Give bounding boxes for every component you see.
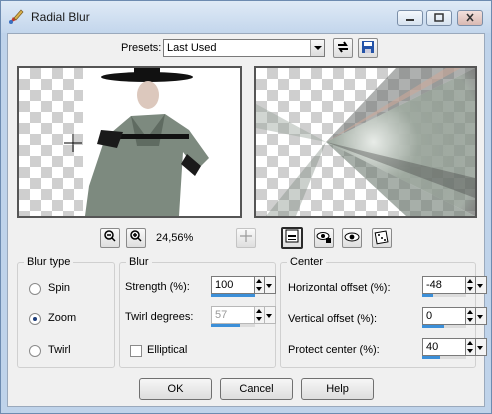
dialog-body: Presets: Last Used 24,56% Blur type Spin… [7, 33, 487, 407]
blur-legend: Blur [126, 256, 152, 268]
auto-proof-button[interactable] [314, 228, 334, 248]
strength-dropdown[interactable] [265, 276, 276, 294]
randomize-button[interactable] [372, 228, 392, 248]
horizontal-offset-input[interactable]: -48 [422, 276, 466, 294]
zoom-radio[interactable] [29, 313, 41, 325]
window-title: Radial Blur [31, 10, 90, 24]
blur-group: Blur Strength (%): 100 Twirl degrees: 57… [119, 256, 276, 368]
maximize-icon [434, 13, 444, 22]
ok-button[interactable]: OK [139, 378, 212, 400]
twirl-degrees-label: Twirl degrees: [125, 311, 194, 323]
twirl-degrees-spinner[interactable]: 57 [211, 306, 276, 328]
vertical-offset-label: Vertical offset (%): [288, 313, 378, 325]
twirl-degrees-dropdown[interactable] [265, 306, 276, 324]
horizontal-offset-slider[interactable] [422, 294, 434, 297]
spin-radio[interactable] [29, 283, 41, 295]
pan-button[interactable] [236, 228, 256, 248]
eye-lock-icon [316, 232, 331, 243]
spin-label[interactable]: Spin [48, 282, 70, 294]
proof-button[interactable] [342, 228, 362, 248]
elliptical-checkbox[interactable] [130, 345, 142, 357]
reset-preset-button[interactable] [333, 38, 353, 58]
blur-type-legend: Blur type [24, 256, 74, 268]
twirl-radio[interactable] [29, 345, 41, 357]
twirl-degrees-input[interactable]: 57 [211, 306, 255, 324]
minimize-button[interactable] [397, 10, 423, 26]
strength-up-down[interactable] [255, 276, 265, 294]
cancel-button[interactable]: Cancel [220, 378, 293, 400]
zoom-level: 24,56% [156, 232, 194, 244]
radial-blur-window: Radial Blur Presets: Last Used 24,56% Bl… [0, 0, 492, 414]
original-preview[interactable] [17, 66, 242, 218]
vertical-offset-input[interactable]: 0 [422, 307, 466, 325]
preview-on-image-button[interactable] [281, 227, 303, 249]
close-button[interactable] [457, 10, 483, 26]
dice-icon [374, 230, 389, 245]
title-bar[interactable]: Radial Blur [1, 1, 491, 33]
floppy-disk-icon [362, 41, 374, 53]
blur-type-group: Blur type Spin Zoom Twirl [17, 256, 115, 368]
preview-window-icon [285, 229, 299, 243]
center-legend: Center [287, 256, 327, 268]
help-button[interactable]: Help [301, 378, 374, 400]
zoom-label[interactable]: Zoom [48, 312, 76, 324]
zoom-in-icon [130, 230, 142, 242]
presets-dropdown[interactable]: Last Used [163, 39, 325, 57]
twirl-degrees-up-down[interactable] [255, 306, 265, 324]
strength-label: Strength (%): [125, 281, 190, 293]
horizontal-offset-dropdown[interactable] [476, 276, 487, 294]
twirl-degrees-slider[interactable] [211, 324, 240, 327]
horizontal-offset-spinner[interactable]: -48 [422, 276, 487, 298]
protect-center-spinner[interactable]: 40 [422, 338, 487, 360]
vertical-offset-slider[interactable] [422, 325, 444, 328]
presets-label: Presets: [121, 42, 162, 54]
protect-center-slider[interactable] [422, 356, 440, 359]
eye-icon [344, 232, 360, 242]
blurred-photo [256, 68, 475, 216]
zoom-out-icon [104, 230, 116, 242]
vertical-offset-spinner[interactable]: 0 [422, 307, 487, 329]
swap-arrows-icon [338, 41, 348, 53]
close-icon [466, 13, 474, 22]
presets-value: Last Used [167, 42, 217, 54]
save-preset-button[interactable] [358, 38, 378, 58]
horizontal-offset-label: Horizontal offset (%): [288, 282, 391, 294]
strength-input[interactable]: 100 [211, 276, 255, 294]
minimize-icon [406, 19, 414, 21]
protect-center-up-down[interactable] [466, 338, 476, 356]
zoom-out-button[interactable] [100, 228, 120, 248]
model-photo [64, 68, 240, 216]
center-group: Center Horizontal offset (%): -48 Vertic… [280, 256, 487, 368]
protect-center-input[interactable]: 40 [422, 338, 466, 356]
protect-center-label: Protect center (%): [288, 344, 380, 356]
zoom-in-button[interactable] [126, 228, 146, 248]
horizontal-offset-up-down[interactable] [466, 276, 476, 294]
twirl-label[interactable]: Twirl [48, 344, 71, 356]
paint-brush-icon [9, 9, 24, 24]
move-icon [240, 230, 252, 242]
vertical-offset-up-down[interactable] [466, 307, 476, 325]
maximize-button[interactable] [426, 10, 452, 26]
protect-center-dropdown[interactable] [476, 338, 487, 356]
vertical-offset-dropdown[interactable] [476, 307, 487, 325]
result-preview [254, 66, 477, 218]
elliptical-label[interactable]: Elliptical [147, 344, 187, 356]
strength-spinner[interactable]: 100 [211, 276, 276, 298]
chevron-down-icon[interactable] [310, 40, 324, 56]
strength-slider[interactable] [211, 294, 255, 297]
